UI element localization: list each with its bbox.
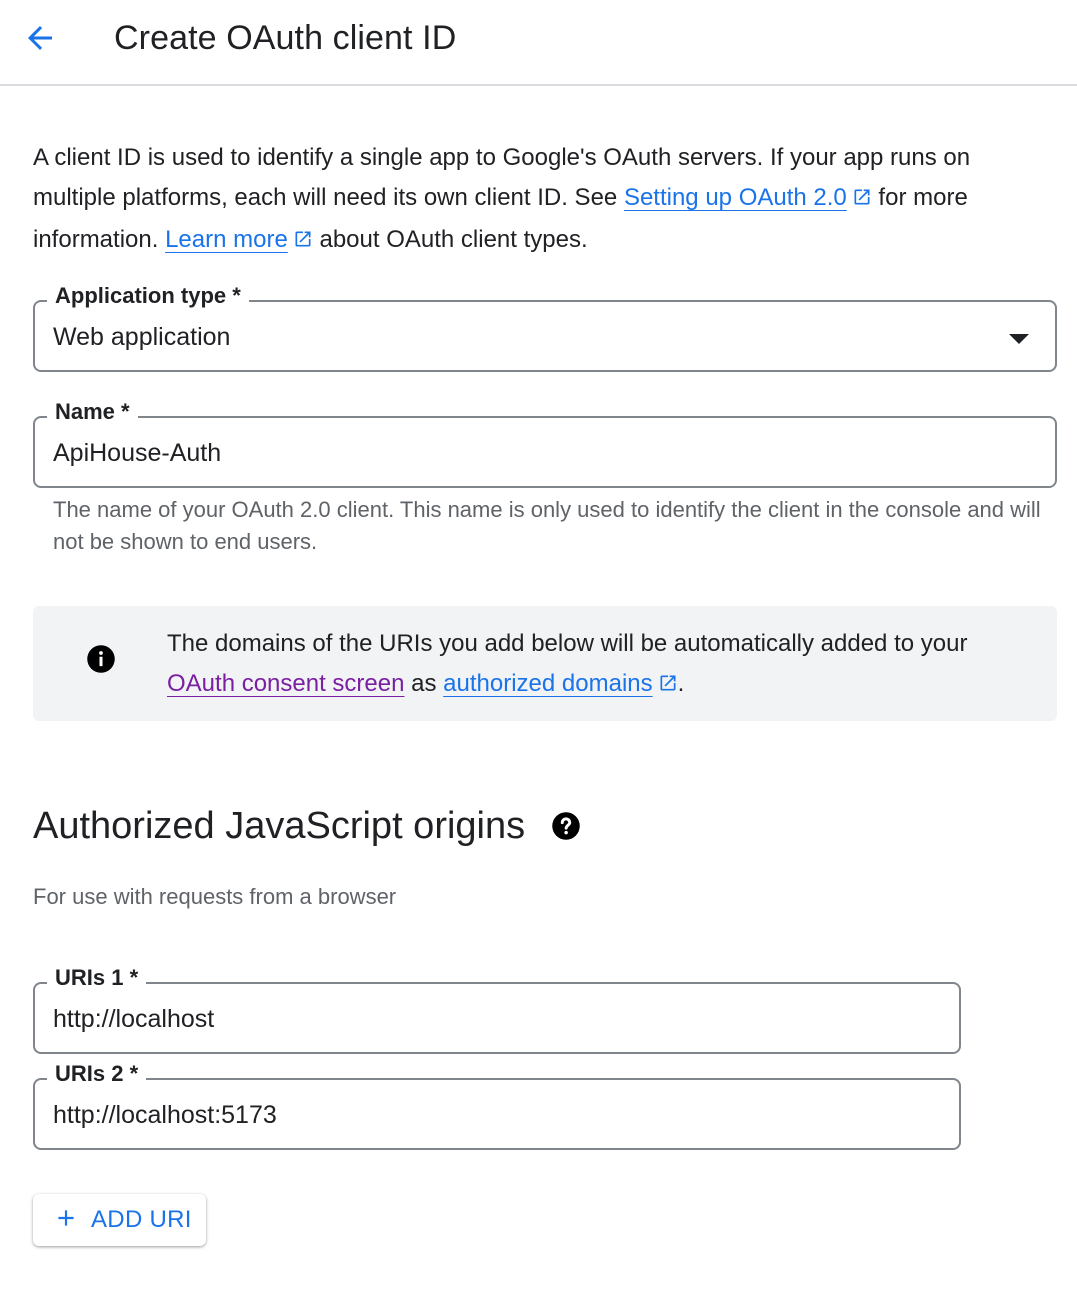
setting-up-oauth-link[interactable]: Setting up OAuth 2.0 — [624, 184, 847, 211]
uri-1-label: URIs 1 * — [47, 964, 147, 992]
application-type-select[interactable]: Application type * Web application — [33, 282, 1057, 372]
js-origins-title: Authorized JavaScript origins — [33, 805, 526, 847]
uri-1-field[interactable]: URIs 1 * http://localhost — [33, 964, 961, 1054]
dropdown-arrow-icon — [1009, 331, 1029, 349]
info-banner-text: The domains of the URIs you add below wi… — [167, 624, 1037, 706]
js-origins-heading: Authorized JavaScript origins — [33, 800, 581, 852]
info-icon — [86, 644, 116, 679]
name-value: ApiHouse-Auth — [53, 439, 222, 467]
application-type-value: Web application — [53, 323, 231, 351]
info-text-before: The domains of the URIs you add below wi… — [167, 630, 968, 657]
intro-text-after: about OAuth client types. — [312, 226, 588, 253]
js-origins-subtitle: For use with requests from a browser — [33, 884, 397, 909]
authorized-domains-link[interactable]: authorized domains — [443, 670, 652, 697]
learn-more-link[interactable]: Learn more — [165, 226, 288, 253]
open-in-new-icon — [852, 180, 872, 220]
page-header: Create OAuth client ID — [0, 0, 1077, 86]
application-type-label: Application type * — [47, 282, 249, 310]
info-text-middle: as — [404, 670, 444, 697]
add-uri-button[interactable]: ADD URI — [33, 1194, 206, 1246]
info-text-after: . — [677, 670, 685, 697]
info-banner: The domains of the URIs you add below wi… — [33, 606, 1057, 721]
uri-2-label: URIs 2 * — [47, 1060, 147, 1088]
oauth-consent-screen-link[interactable]: OAuth consent screen — [167, 670, 404, 697]
uri-2-value: http://localhost:5173 — [53, 1101, 277, 1129]
page-title: Create OAuth client ID — [114, 19, 457, 57]
name-field[interactable]: Name * ApiHouse-Auth — [33, 398, 1057, 488]
plus-icon — [53, 1205, 79, 1236]
uri-1-value: http://localhost — [53, 1005, 215, 1033]
intro-paragraph: A client ID is used to identify a single… — [33, 138, 1053, 262]
open-in-new-icon — [658, 666, 678, 706]
add-uri-label: ADD URI — [91, 1206, 192, 1233]
uri-2-field[interactable]: URIs 2 * http://localhost:5173 — [33, 1060, 961, 1150]
name-helper-text: The name of your OAuth 2.0 client. This … — [53, 497, 1041, 554]
name-label: Name * — [47, 398, 138, 426]
back-button[interactable] — [18, 18, 62, 62]
arrow-back-icon — [22, 20, 58, 61]
open-in-new-icon — [293, 222, 313, 262]
help-icon[interactable] — [551, 811, 581, 841]
